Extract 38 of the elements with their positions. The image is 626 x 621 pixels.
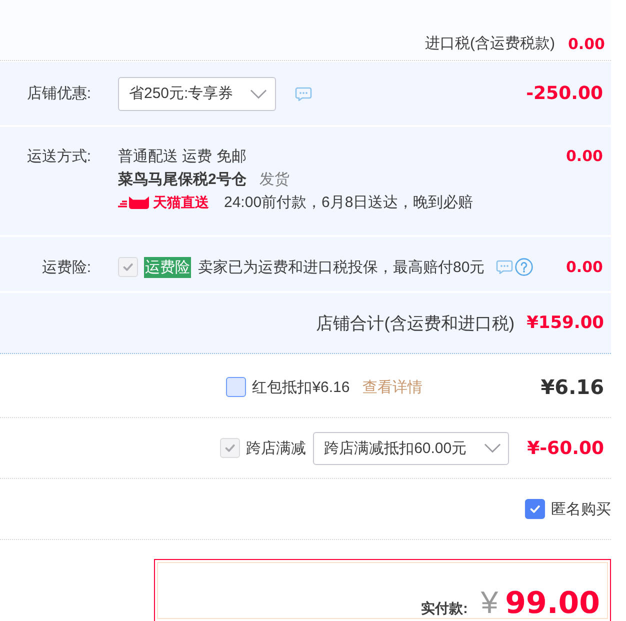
insurance-amount: 0.00 (566, 258, 603, 276)
insurance-label: 运费险: (40, 258, 91, 276)
chevron-down-icon (250, 88, 267, 98)
shipping-amount: 0.00 (566, 146, 603, 167)
shipping-method-text: 普通配送 运费 免邮 (118, 147, 248, 167)
coupon-select[interactable]: 省250元:专享券 (118, 76, 276, 110)
payment-label: 实付款: (421, 600, 468, 618)
warehouse-name: 菜鸟马尾保税2号仓 (118, 170, 246, 190)
chat-bubble-icon[interactable] (295, 86, 312, 100)
shop-total-label: 店铺合计(含运费和进口税) (316, 312, 515, 334)
cat-head-icon (118, 196, 151, 209)
voucher-deduction-label: 红包抵扣¥6.16 (252, 378, 350, 396)
import-tax-label: 进口税(含运费税款) (424, 34, 555, 53)
cross-store-amount: ¥-60.00 (527, 438, 604, 458)
chevron-down-icon (484, 443, 502, 453)
checkbox[interactable] (226, 377, 246, 397)
insurance-description: 卖家已为运费和进口税投保，最高赔付80元 (198, 258, 485, 276)
delivery-service-label: 天猫直送 (153, 193, 209, 212)
checkmark-icon (529, 503, 541, 515)
import-tax-amount: 0.00 (568, 35, 605, 53)
dispatch-text: 发货 (259, 170, 290, 190)
delivery-promise-text: 24:00前付款，6月8日送达，晚到必赔 (224, 193, 474, 213)
checkmark-icon (224, 442, 236, 454)
discount-label: 店铺优惠: (26, 84, 91, 103)
voucher-deduction-amount: ¥6.16 (540, 375, 604, 399)
currency-symbol: ¥ (480, 585, 498, 621)
chat-bubble-icon[interactable] (496, 260, 513, 274)
payment-amount: 99.00 (505, 586, 600, 621)
anonymous-purchase-label: 匿名购买 (551, 500, 611, 518)
help-icon[interactable] (514, 258, 533, 276)
cross-store-discount-label: 跨店满减 (246, 438, 306, 458)
shipping-label: 运送方式: (26, 147, 91, 167)
discount-amount: -250.00 (526, 83, 603, 104)
shop-total-amount: ¥159.00 (526, 313, 604, 333)
checkmark-icon (122, 261, 134, 273)
insurance-tag: 运费险 (144, 256, 191, 278)
discount-select[interactable]: 跨店满减抵扣60.00元 (313, 432, 510, 464)
checkbox[interactable] (525, 499, 545, 519)
